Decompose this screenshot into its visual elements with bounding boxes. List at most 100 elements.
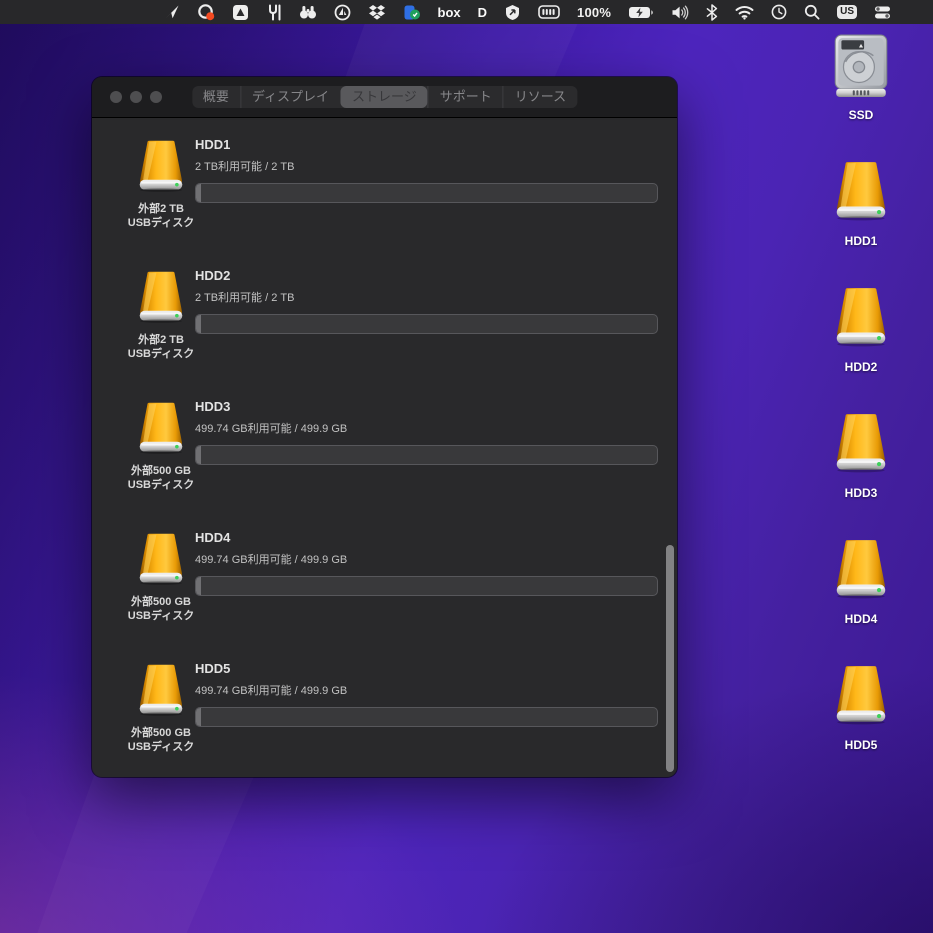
system-info-window: 概要ディスプレイストレージサポートリソース 外部2 TB USBディスク HDD…: [92, 77, 677, 777]
drive-name: HDD3: [195, 399, 658, 414]
desktop-icon-ssd[interactable]: SSD: [801, 30, 921, 122]
drive-kind-line2: USBディスク: [106, 609, 216, 623]
drive-kind-line1: 外部500 GB: [106, 595, 216, 609]
close-button[interactable]: [110, 91, 122, 103]
triangle-app-icon[interactable]: [232, 0, 249, 24]
desktop-icon-label: HDD1: [801, 234, 921, 248]
bluetooth-icon[interactable]: [706, 0, 718, 24]
clock-icon[interactable]: [771, 0, 787, 24]
storage-usage-fill: [196, 315, 201, 333]
zoom-button[interactable]: [150, 91, 162, 103]
input-source-label: US: [837, 5, 857, 19]
storage-usage-fill: [196, 577, 201, 595]
creative-cloud-icon[interactable]: [197, 0, 215, 24]
search-icon[interactable]: [804, 0, 820, 24]
traffic-lights: [110, 91, 162, 103]
tab-4[interactable]: サポート: [428, 86, 503, 108]
tab-1[interactable]: 概要: [192, 86, 240, 108]
drive-row-detail: HDD5 499.74 GB利用可能 / 499.9 GB: [195, 661, 658, 727]
location-arrow-icon[interactable]: [164, 0, 180, 24]
drive-row-detail: HDD4 499.74 GB利用可能 / 499.9 GB: [195, 530, 658, 596]
desktop-icon-hdd5[interactable]: HDD5: [801, 660, 921, 752]
desktop-icon-label: HDD2: [801, 360, 921, 374]
desktop-icon-column: SSD HDD1 HDD2 HDD3 HDD4 HDD5: [788, 24, 933, 904]
tab-5[interactable]: リソース: [503, 86, 577, 108]
shield-arrow-icon[interactable]: [504, 0, 521, 24]
volume-icon[interactable]: [671, 0, 689, 24]
storage-usage-fill: [196, 184, 201, 202]
drive-name: HDD2: [195, 268, 658, 283]
desktop-icon-label: SSD: [801, 108, 921, 122]
storage-list: 外部2 TB USBディスク HDD1 2 TB利用可能 / 2 TB 外部2 …: [92, 118, 677, 777]
drive-kind-line1: 外部500 GB: [106, 464, 216, 478]
scrollbar-thumb[interactable]: [666, 545, 674, 772]
tab-3[interactable]: ストレージ: [340, 86, 428, 108]
menu-bar: box D 100%: [0, 0, 933, 24]
wifi-icon[interactable]: [735, 0, 754, 24]
storage-usage-bar: [195, 445, 658, 465]
battery-charging-icon[interactable]: [628, 0, 654, 24]
external-drive-icon: [828, 660, 894, 732]
drive-kind-line2: USBディスク: [106, 347, 216, 361]
drive-name: HDD5: [195, 661, 658, 676]
drive-usage-text: 499.74 GB利用可能 / 499.9 GB: [195, 551, 658, 567]
external-drive-icon: [132, 401, 190, 457]
input-source-badge[interactable]: US: [837, 0, 857, 24]
drive-kind-line2: USBディスク: [106, 216, 216, 230]
external-drive-icon: [828, 156, 894, 228]
external-drive-icon: [828, 408, 894, 480]
desktop-icon-hdd1[interactable]: HDD1: [801, 156, 921, 248]
drive-kind-line2: USBディスク: [106, 740, 216, 754]
drive-kind-line1: 外部2 TB: [106, 202, 216, 216]
storage-usage-bar: [195, 183, 658, 203]
desktop-icon-hdd4[interactable]: HDD4: [801, 534, 921, 626]
drive-row: 外部2 TB USBディスク HDD2 2 TB利用可能 / 2 TB: [92, 263, 677, 394]
external-drive-icon: [828, 282, 894, 354]
drive-row-detail: HDD1 2 TB利用可能 / 2 TB: [195, 137, 658, 203]
d-logo[interactable]: D: [478, 0, 487, 24]
control-center-icon[interactable]: [874, 0, 891, 24]
window-tabs: 概要ディスプレイストレージサポートリソース: [192, 86, 577, 108]
storage-usage-bar: [195, 576, 658, 596]
minimize-button[interactable]: [130, 91, 142, 103]
drive-usage-text: 2 TB利用可能 / 2 TB: [195, 158, 658, 174]
internal-drive-icon: [828, 30, 894, 102]
tab-2[interactable]: ディスプレイ: [240, 86, 340, 108]
drive-usage-text: 499.74 GB利用可能 / 499.9 GB: [195, 420, 658, 436]
drive-row: 外部2 TB USBディスク HDD1 2 TB利用可能 / 2 TB: [92, 132, 677, 263]
storage-usage-fill: [196, 446, 201, 464]
drive-row: 外部500 GB USBディスク HDD3 499.74 GB利用可能 / 49…: [92, 394, 677, 525]
binoculars-icon[interactable]: [299, 0, 317, 24]
storage-usage-bar: [195, 707, 658, 727]
drive-usage-text: 2 TB利用可能 / 2 TB: [195, 289, 658, 305]
desktop-icon-label: HDD3: [801, 486, 921, 500]
drive-row: 外部500 GB USBディスク HDD5 499.74 GB利用可能 / 49…: [92, 656, 677, 777]
external-drive-icon: [132, 532, 190, 588]
external-drive-icon: [132, 270, 190, 326]
desktop-icon-label: HDD4: [801, 612, 921, 626]
external-drive-icon: [132, 663, 190, 719]
drive-row-detail: HDD2 2 TB利用可能 / 2 TB: [195, 268, 658, 334]
box-logo[interactable]: box: [438, 0, 461, 24]
external-drive-icon: [828, 534, 894, 606]
storage-usage-fill: [196, 708, 201, 726]
desktop-icon-hdd2[interactable]: HDD2: [801, 282, 921, 374]
storage-usage-bar: [195, 314, 658, 334]
tuning-fork-icon[interactable]: [266, 0, 282, 24]
external-drive-icon: [132, 139, 190, 195]
drive-row: 外部500 GB USBディスク HDD4 499.74 GB利用可能 / 49…: [92, 525, 677, 656]
battery-cells-icon[interactable]: [538, 0, 560, 24]
circle-sail-icon[interactable]: [334, 0, 351, 24]
desktop-icon-hdd3[interactable]: HDD3: [801, 408, 921, 500]
drive-usage-text: 499.74 GB利用可能 / 499.9 GB: [195, 682, 658, 698]
drive-kind-line2: USBディスク: [106, 478, 216, 492]
battery-percent-text: 100%: [577, 0, 611, 24]
dropbox-icon[interactable]: [368, 0, 386, 24]
drive-name: HDD1: [195, 137, 658, 152]
drive-kind-line1: 外部2 TB: [106, 333, 216, 347]
drive-row-detail: HDD3 499.74 GB利用可能 / 499.9 GB: [195, 399, 658, 465]
drive-kind-line1: 外部500 GB: [106, 726, 216, 740]
docs-app-icon[interactable]: [403, 0, 421, 24]
drive-name: HDD4: [195, 530, 658, 545]
window-titlebar[interactable]: 概要ディスプレイストレージサポートリソース: [92, 77, 677, 118]
